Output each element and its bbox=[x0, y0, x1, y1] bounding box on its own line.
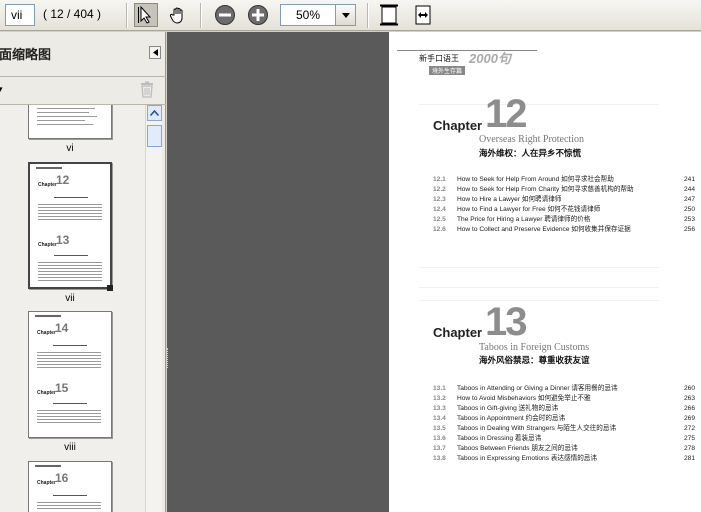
chevron-left-icon bbox=[152, 49, 158, 56]
document-page: 新手口语王 2000句 境外生存篇 Chapter 12 Overseas Ri… bbox=[389, 32, 701, 512]
page-thumbnail[interactable]: Chapter 14 Chapter 15 bbox=[28, 311, 112, 438]
toc-item[interactable]: 12.5 The Price for Hiring a Lawyer 聘请律师的价… bbox=[433, 215, 695, 225]
divider bbox=[0, 76, 166, 77]
chapter-number: 13 bbox=[485, 300, 527, 344]
options-menu-button[interactable]: ▾ bbox=[0, 84, 3, 95]
page-number-field[interactable]: vii bbox=[5, 4, 35, 26]
thumbnail-scrollbar[interactable] bbox=[145, 105, 162, 512]
book-series-number: 2000句 bbox=[469, 51, 511, 66]
fit-page-button[interactable] bbox=[377, 3, 401, 27]
toc-item[interactable]: 12.6 How to Collect and Preserve Evidence… bbox=[433, 225, 695, 235]
toc-list: 13.1 Taboos in Attending or Giving a Dinn… bbox=[433, 384, 695, 464]
chapter-word: Chapter bbox=[433, 118, 483, 133]
chevron-up-icon bbox=[150, 110, 159, 116]
thumbnail-chapter-word: Chapter bbox=[38, 242, 57, 248]
toolbar-separator bbox=[200, 3, 201, 28]
toolbar-separator bbox=[126, 3, 127, 28]
zoom-in-button[interactable] bbox=[246, 3, 270, 27]
thumbnail-chapter-number: 15 bbox=[55, 381, 69, 395]
page-count: ( 12 / 404 ) bbox=[43, 7, 102, 21]
toc-item[interactable]: 13.2 How to Avoid Misbehaviors 如何避免举止不雅 26… bbox=[433, 394, 695, 404]
toc-item[interactable]: 12.4 How to Find a Lawyer for Free 如何不花钱请… bbox=[433, 205, 695, 215]
hand-icon bbox=[169, 7, 183, 24]
toolbar-separator bbox=[367, 3, 368, 28]
thumbnail-chapter-word: Chapter bbox=[38, 182, 57, 188]
plus-circle-icon bbox=[248, 5, 268, 25]
thumbnail-label: viii bbox=[64, 442, 76, 453]
toc-item[interactable]: 13.8 Taboos in Expressing Emotions 表达感情的忌… bbox=[433, 454, 695, 464]
toc-item[interactable]: 13.1 Taboos in Attending or Giving a Dinn… bbox=[433, 384, 695, 394]
thumbnail-resize-handle[interactable] bbox=[107, 285, 113, 291]
thumbnail-chapter-word: Chapter bbox=[37, 330, 56, 336]
chapter-title-en: Overseas Right Protection bbox=[479, 134, 584, 145]
toolbar: vii ( 12 / 404 ) 50% bbox=[0, 0, 701, 31]
header-rule bbox=[397, 50, 537, 51]
scroll-up-button[interactable] bbox=[147, 105, 162, 121]
thumbnail-chapter-number: 12 bbox=[56, 173, 70, 187]
toc-item[interactable]: 13.6 Taboos in Dressing 着装忌讳 275 bbox=[433, 434, 695, 444]
cursor-icon bbox=[138, 6, 152, 24]
page-thumbnail[interactable]: Chapter 12 Chapter 13 bbox=[28, 162, 112, 289]
thumbnail-chapter-number: 14 bbox=[55, 321, 69, 335]
toc-item[interactable]: 13.3 Taboos in Gift-giving 送礼物的忌讳 266 bbox=[433, 404, 695, 414]
book-subtitle-tag: 境外生存篇 bbox=[429, 66, 466, 75]
toc-item[interactable]: 13.5 Taboos in Dealing With Strangers 与陌生… bbox=[433, 424, 695, 434]
trash-icon bbox=[141, 81, 153, 98]
collapse-panel-button[interactable] bbox=[149, 46, 161, 59]
toc-item[interactable]: 13.4 Taboos in Appointment 约会时的忌讳 269 bbox=[433, 414, 695, 424]
thumbnail-chapter-number: 13 bbox=[56, 233, 70, 247]
panel-title: 页面缩略图 bbox=[0, 48, 52, 63]
page-thumbnail[interactable]: Chapter 16 bbox=[28, 461, 112, 512]
zoom-field[interactable]: 50% bbox=[280, 4, 336, 26]
chapter-title-en: Taboos in Foreign Customs bbox=[479, 342, 590, 353]
chapter-title-cn: 海外风俗禁忌：尊重收获友谊 bbox=[479, 356, 590, 366]
zoom-out-button[interactable] bbox=[213, 3, 237, 27]
toc-item[interactable]: 13.7 Taboos Between Friends 朋友之间的忌讳 278 bbox=[433, 444, 695, 454]
hand-tool-button[interactable] bbox=[166, 3, 190, 27]
toc-item[interactable]: 12.1 How to Seek for Help From Around 如何寻… bbox=[433, 175, 695, 185]
fit-page-icon bbox=[380, 4, 398, 26]
delete-page-button[interactable] bbox=[139, 81, 155, 98]
select-tool-button[interactable] bbox=[134, 3, 158, 27]
page-thumbnail[interactable] bbox=[28, 105, 112, 139]
thumbnail-chapter-number: 16 bbox=[55, 471, 69, 485]
thumbnail-list: vi Chapter 12 Chapter 13 vii Chapter 14 … bbox=[0, 105, 145, 512]
book-series-title: 新手口语王 bbox=[419, 54, 459, 63]
chevron-down-icon bbox=[341, 12, 350, 18]
fit-width-icon bbox=[415, 5, 431, 25]
toc-item[interactable]: 12.3 How to Hire a Lawyer 如何聘请律师 247 bbox=[433, 195, 695, 205]
thumbnail-label: vii bbox=[65, 293, 75, 304]
panel-splitter[interactable] bbox=[167, 348, 170, 368]
chapter-number: 12 bbox=[485, 92, 527, 136]
thumbnails-panel: 页面缩略图 ▾ vi Chapter 12 Chapt bbox=[0, 32, 166, 512]
zoom-dropdown-button[interactable] bbox=[336, 4, 356, 26]
chapter-word: Chapter bbox=[433, 325, 483, 340]
fit-width-button[interactable] bbox=[411, 3, 435, 27]
scrollbar-thumb[interactable] bbox=[147, 125, 162, 147]
chapter-title-cn: 海外维权：人在异乡不惊慌 bbox=[479, 149, 582, 159]
thumbnail-label: vi bbox=[66, 143, 74, 154]
toc-list: 12.1 How to Seek for Help From Around 如何寻… bbox=[433, 175, 695, 235]
minus-circle-icon bbox=[215, 5, 235, 25]
thumbnail-chapter-word: Chapter bbox=[37, 480, 56, 486]
thumbnail-chapter-word: Chapter bbox=[37, 390, 56, 396]
toc-item[interactable]: 12.2 How to Seek for Help From Charity 如何… bbox=[433, 185, 695, 195]
